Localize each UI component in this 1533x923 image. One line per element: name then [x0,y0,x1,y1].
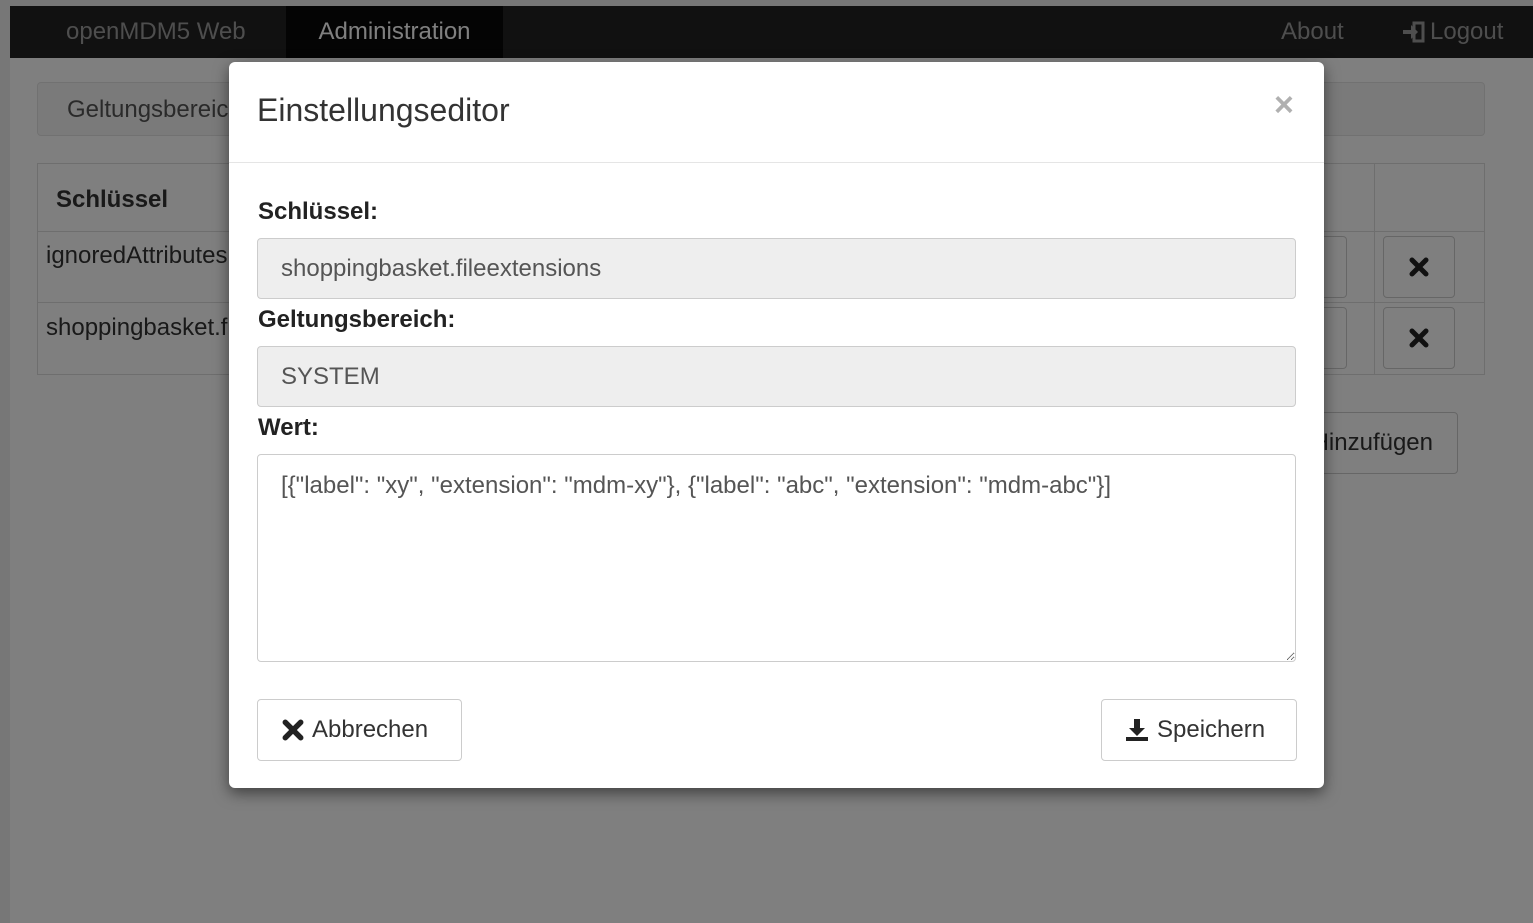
modal-title: Einstellungseditor [257,92,510,128]
download-icon [1126,719,1148,741]
close-icon[interactable]: × [1274,86,1294,125]
cancel-button-label: Abbrechen [312,716,429,743]
scope-field-label: Geltungsbereich: [258,306,456,333]
save-button[interactable]: Speichern [1101,699,1297,761]
save-button-label: Speichern [1157,716,1266,743]
value-textarea[interactable]: [{"label": "xy", "extension": "mdm-xy"},… [257,454,1296,662]
settings-editor-dialog: Einstellungseditor × Schlüssel: shopping… [229,62,1324,788]
key-input[interactable]: shoppingbasket.fileextensions [257,238,1296,299]
cancel-button[interactable]: Abbrechen [257,699,462,761]
modal-header: Einstellungseditor × [229,62,1324,163]
remove-icon [282,719,304,741]
key-label: Schlüssel: [258,198,379,225]
value-label: Wert: [258,414,319,441]
app-window: openMDM5 Web Administration About Logout… [0,0,1533,923]
scope-input[interactable]: SYSTEM [257,346,1296,407]
